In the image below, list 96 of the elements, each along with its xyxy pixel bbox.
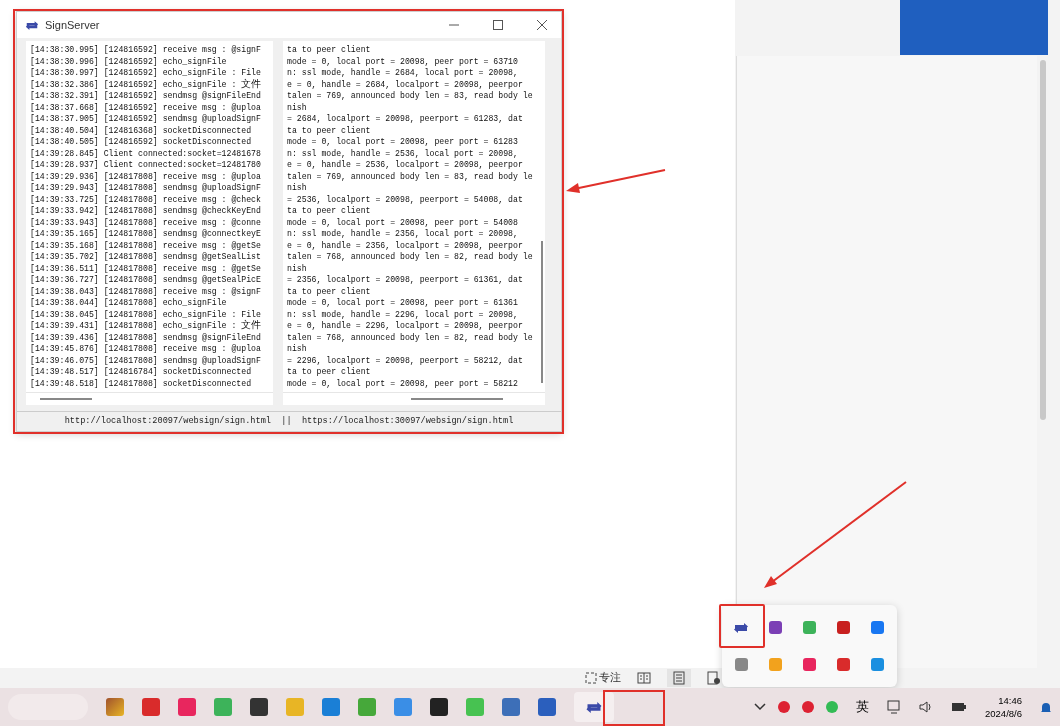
log-line: talen = 769, announced body len = 83, read body le [287, 170, 533, 182]
log-line: mode = 0, local port = 20098, peer port = 63710 [287, 55, 518, 67]
log-line: mode = 0, local port = 20098, peer port = 61283 [287, 136, 518, 148]
log-line: talen = 769, announced body len = 83, read body le [287, 90, 533, 102]
url-text: http://localhost:20097/websign/sign.html || https://localhost:30097/websign/sign.html [17, 411, 561, 426]
scrollbar[interactable] [541, 241, 543, 383]
log-line: [14:38:30.995] [124816592] receive msg : @signF [30, 44, 261, 56]
log-line: [14:39:35.168] [124817808] receive msg : @getSe [30, 239, 261, 251]
log-line: e = 0, handle = 2684, localport = 20098, peerpor [287, 78, 523, 90]
log-line: [14:38:30.996] [124816592] echo_signFile [30, 55, 227, 67]
clock-date[interactable]: 2024/8/6 [985, 707, 1022, 720]
log-line: e = 0, handle = 2356, localport = 20098, peerpor [287, 239, 523, 251]
log-line: = 2684, localport = 20098, peerport = 61283, dat [287, 113, 523, 125]
log-line: [14:39:28.937] Client connected:socket=12481780 [30, 159, 261, 171]
bell-icon[interactable] [1040, 700, 1052, 714]
log-line: [14:39:28.845] Client connected:socket=12481678 [30, 147, 261, 159]
app-icon[interactable] [837, 658, 851, 671]
log-line: n: ssl mode, handle = 2356, local port = 20098, [287, 228, 518, 240]
app-icon[interactable] [430, 698, 448, 716]
log-line: ta to peer client [287, 44, 371, 56]
chevron-icon[interactable] [754, 703, 766, 711]
log-line: nish [287, 101, 307, 113]
log-line: mode = 0, local port = 20098, peer port = 54008 [287, 216, 518, 228]
log-line: [14:39:29.943] [124817808] sendmsg @uploadSignF [30, 182, 261, 194]
log-line: = 2356, localport = 20098, peerport = 61361, dat [287, 274, 523, 286]
log-line: [14:39:38.045] [124817808] echo_signFile : File [30, 308, 261, 320]
log-line: ta to peer client [287, 285, 371, 297]
app-icon[interactable] [802, 701, 814, 713]
web-layout-icon[interactable] [707, 670, 721, 685]
log-line: [14:39:33.942] [124817808] sendmsg @checkKeyEnd [30, 205, 261, 217]
log-line: ta to peer client [287, 124, 371, 136]
app-icon[interactable] [871, 658, 885, 671]
taskbar-button[interactable] [574, 692, 614, 722]
log-line: e = 0, handle = 2296, localport = 20098, peerpor [287, 320, 523, 332]
log-line: [14:39:36.727] [124817808] sendmsg @getSealPicE [30, 274, 261, 286]
log-line: mode = 0, local port = 20098, peer port = 58212 [287, 377, 518, 389]
app-icon[interactable] [803, 658, 816, 671]
log-line: [14:39:48.518] [124817808] socketDisconnected [30, 377, 252, 389]
scrollbar[interactable] [1040, 60, 1046, 420]
monitor-icon[interactable] [887, 700, 901, 714]
speaker-icon[interactable] [919, 701, 933, 713]
log-line: [14:39:35.702] [124817808] sendmsg @getSealList [30, 251, 261, 263]
log-line: ta to peer client [287, 205, 371, 217]
focus-mode-label[interactable]: 专注 [599, 670, 621, 685]
highlight-frame [603, 690, 665, 726]
app-icon[interactable] [768, 621, 782, 634]
maximize-icon [493, 20, 503, 30]
log-line: [14:38:40.504] [124816368] socketDisconnected [30, 124, 252, 136]
focus-icon[interactable] [585, 671, 597, 684]
log-line: nish [287, 262, 307, 274]
log-line: ta to peer client [287, 366, 371, 378]
log-line: [14:38:40.505] [124816592] socketDisconnected [30, 136, 252, 148]
log-line: n: ssl mode, handle = 2296, local port = 20098, [287, 308, 518, 320]
app-icon[interactable] [837, 621, 851, 634]
log-line: mode = 0, local port = 20098, peer port = 61361 [287, 297, 518, 309]
log-line: [14:39:39.436] [124817808] sendmsg @signFileEnd [30, 331, 261, 343]
log-line: [14:38:32.386] [124816592] echo_signFile : 文件 [30, 78, 262, 90]
log-line: [14:39:36.511] [124817808] receive msg : @getSe [30, 262, 261, 274]
log-line: nish [287, 343, 307, 355]
book-icon[interactable] [637, 671, 651, 684]
log-line: e = 0, handle = 2536, localport = 20098, peerpor [287, 159, 523, 171]
clock-time[interactable]: 14:46 [998, 694, 1022, 707]
log-line: [14:39:48.517] [124816784] socketDisconnected [30, 366, 252, 378]
window-title: SignServer [45, 19, 100, 31]
log-line: [14:38:30.997] [124816592] echo_signFile : File [30, 67, 261, 79]
log-line: [14:39:29.936] [124817808] receive msg : @uploa [30, 170, 261, 182]
app-icon[interactable] [778, 701, 790, 713]
sync-icon [585, 700, 603, 714]
close-icon [537, 20, 547, 30]
log-line: [14:39:38.043] [124817808] receive msg : @signF [30, 285, 261, 297]
app-icon[interactable] [250, 698, 268, 716]
log-line: n: ssl mode, handle = 2536, local port = 20098, [287, 147, 518, 159]
log-line: [14:39:46.075] [124817808] sendmsg @uploadSignF [30, 354, 261, 366]
logo-icon [25, 19, 39, 31]
log-line: [14:38:37.905] [124816592] sendmsg @uploadSignF [30, 113, 261, 125]
log-line: [14:39:33.943] [124817808] receive msg : @conne [30, 216, 261, 228]
log-line: = 2536, localport = 20098, peerport = 54008, dat [287, 193, 523, 205]
battery-icon[interactable] [951, 702, 967, 712]
log-line: talen = 768, announced body len = 82, read body le [287, 331, 533, 343]
log-line: [14:38:32.391] [124816592] sendmsg @signFileEnd [30, 90, 261, 102]
log-line: [14:38:37.668] [124816592] receive msg : @uploa [30, 101, 261, 113]
log-line: [14:39:35.165] [124817808] sendmsg @connectkeyE [30, 228, 261, 240]
log-line: [14:39:38.044] [124817808] echo_signFile [30, 297, 227, 309]
log-line: [14:39:45.876] [124817808] receive msg : @uploa [30, 343, 261, 355]
log-line: n: ssl mode, handle = 2684, local port = 20098, [287, 67, 518, 79]
app-icon[interactable] [734, 658, 748, 671]
highlight-frame [719, 604, 765, 648]
log-line: talen = 768, announced body len = 82, read body le [287, 251, 533, 263]
log-line: [14:39:39.431] [124817808] echo_signFile : 文件 [30, 320, 262, 332]
input-language[interactable]: 英 [856, 698, 869, 716]
sync-icon[interactable] [733, 621, 750, 634]
log-line: nish [287, 182, 307, 194]
app-icon[interactable] [871, 621, 885, 634]
log-line: [14:39:33.725] [124817808] receive msg : @check [30, 193, 261, 205]
page-icon[interactable] [667, 668, 691, 687]
log-line: = 2296, localport = 20098, peerport = 58212, dat [287, 354, 523, 366]
